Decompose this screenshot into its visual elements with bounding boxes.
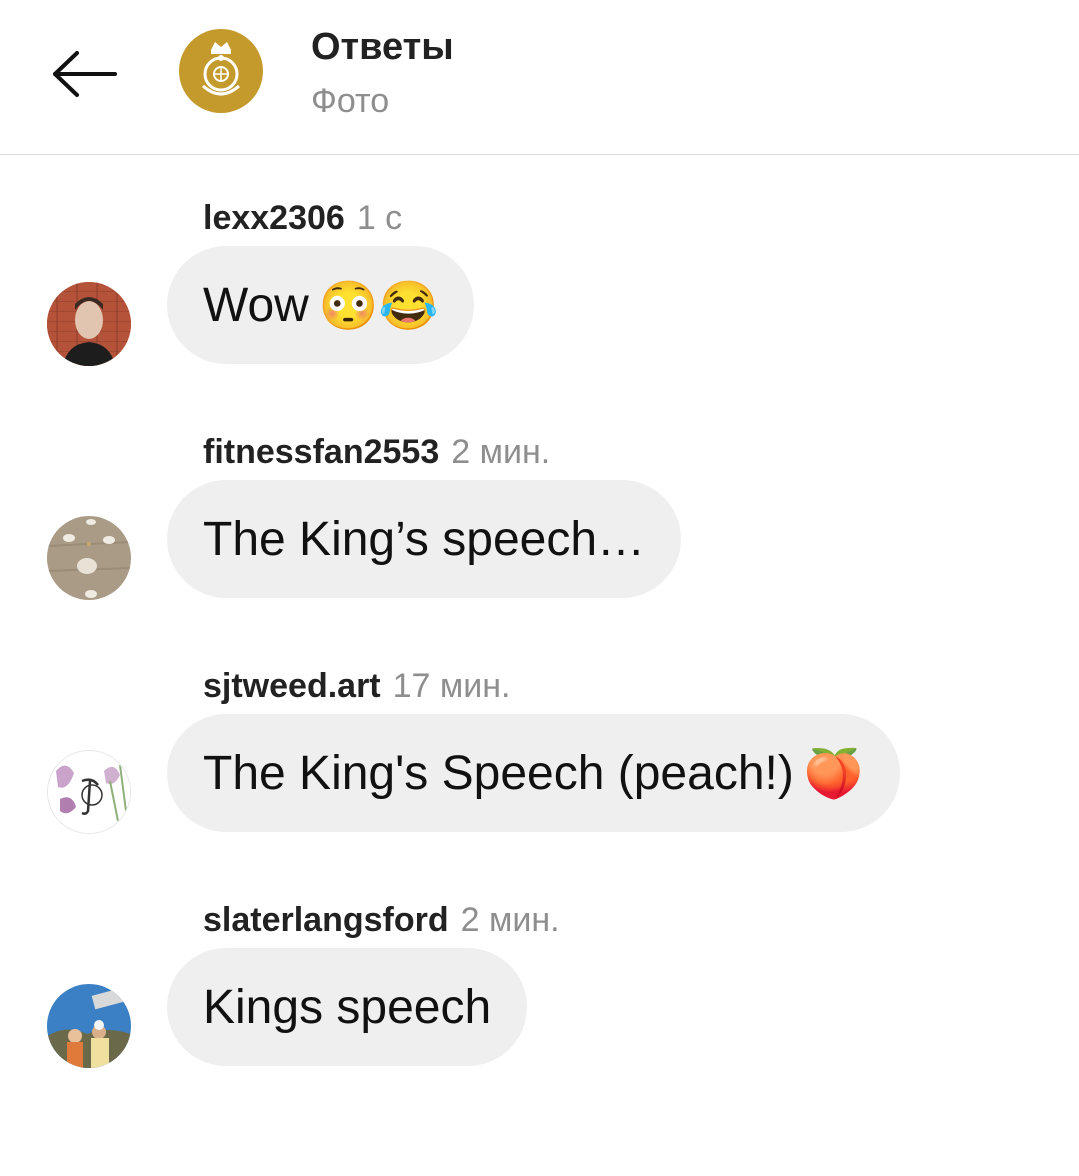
- comment-text: The King's Speech (peach!): [203, 746, 794, 800]
- arrow-left-icon: [53, 51, 117, 97]
- channel-avatar[interactable]: [179, 29, 263, 113]
- comment-time: 2 мин.: [451, 433, 551, 471]
- comment-item: lexx2306 1 с Wow 😳😂: [0, 198, 1079, 378]
- comment-item: sjtweed.art 17 мин. The King's Speech (pe…: [0, 666, 1079, 846]
- comment-meta: sjtweed.art 17 мин.: [203, 666, 510, 706]
- comment-username[interactable]: fitnessfan2553: [203, 433, 439, 471]
- page-subtitle: Фото: [311, 82, 390, 120]
- comment-bubble[interactable]: Wow 😳😂: [167, 246, 475, 364]
- comment-meta: fitnessfan2553 2 мин.: [203, 432, 550, 472]
- comment-item: slaterlangsford 2 мин. Kings speech: [0, 900, 1079, 1080]
- comment-item: fitnessfan2553 2 мин. The King’s speech…: [0, 432, 1079, 612]
- comment-bubble[interactable]: Kings speech: [167, 948, 528, 1066]
- comment-time: 2 мин.: [460, 901, 560, 939]
- flower-art-avatar[interactable]: [47, 750, 131, 834]
- user-photo-avatar[interactable]: [47, 282, 131, 366]
- comment-time: 17 мин.: [392, 667, 511, 705]
- stones-photo-avatar[interactable]: [47, 516, 131, 600]
- outdoor-photo-avatar[interactable]: [47, 984, 131, 1068]
- comment-text: Kings speech: [203, 980, 492, 1034]
- comment-time: 1 с: [356, 199, 403, 237]
- emoji-flushed-laughing-icon: 😳😂: [318, 279, 439, 333]
- comment-bubble[interactable]: The King’s speech…: [167, 480, 682, 598]
- comment-bubble[interactable]: The King's Speech (peach!) 🍑: [167, 714, 900, 832]
- comment-text: The King’s speech…: [203, 512, 646, 566]
- page-title: Ответы: [311, 26, 454, 68]
- comment-text: Wow: [203, 278, 309, 332]
- comment-meta: slaterlangsford 2 мин.: [203, 900, 560, 940]
- comment-meta: lexx2306 1 с: [203, 198, 402, 238]
- emoji-peach-icon: 🍑: [803, 747, 864, 801]
- comment-username[interactable]: slaterlangsford: [203, 901, 449, 939]
- back-button[interactable]: [44, 44, 124, 104]
- crown-emblem-icon: [202, 42, 240, 96]
- comment-username[interactable]: sjtweed.art: [203, 667, 381, 705]
- header-bar: Ответы Фото: [0, 0, 1079, 155]
- comment-username[interactable]: lexx2306: [203, 199, 345, 237]
